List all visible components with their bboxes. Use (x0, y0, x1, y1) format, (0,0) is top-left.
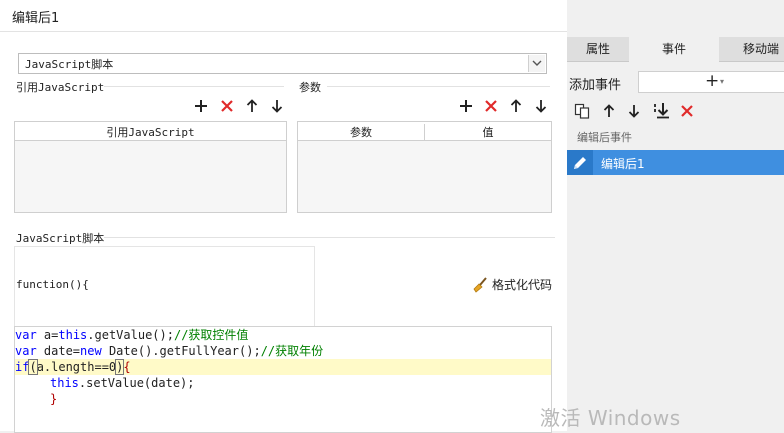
code-line: var date=new Date().getFullYear();//获取年份 (15, 344, 324, 358)
code-line-current: if(a.length==0){ (15, 359, 551, 375)
arrow-down-icon (271, 100, 283, 113)
ref-js-table-header: 引用JavaScript (15, 122, 286, 141)
tab-mobile[interactable]: 移动端 (719, 37, 784, 61)
chevron-down-icon[interactable] (528, 55, 545, 72)
arrow-down-icon (628, 105, 640, 118)
delete-icon (681, 105, 693, 117)
ref-js-column-header: 引用JavaScript (106, 126, 195, 139)
event-label: 编辑后1 (601, 157, 645, 171)
tab-properties[interactable]: 属性 (567, 37, 629, 61)
panel-top-area (567, 0, 784, 36)
arrow-up-icon (246, 99, 258, 112)
tab-events[interactable]: 事件 (629, 37, 719, 62)
arrow-down-icon (535, 100, 547, 113)
code-line: var a=this.getValue();//获取控件值 (15, 328, 249, 342)
move-down-ref-button[interactable] (269, 98, 285, 114)
delete-param-button[interactable] (483, 98, 499, 114)
add-ref-button[interactable] (193, 98, 209, 114)
add-event-dropdown[interactable]: + ▾ (638, 71, 784, 93)
panel-tabs: 属性 事件 移动端 (567, 37, 784, 62)
move-event-down-button[interactable] (626, 103, 642, 119)
add-event-label: 添加事件 (569, 78, 622, 93)
ref-js-section-label: 引用JavaScript (16, 81, 105, 94)
event-editor-dialog: 编辑后1 JavaScript脚本 引用JavaScript 引用JavaScr… (0, 0, 568, 433)
params-section-label: 参数 (299, 81, 321, 94)
param-column-header: 参数 (298, 124, 425, 140)
chevron-down-icon: ▾ (720, 77, 725, 86)
move-up-param-button[interactable] (508, 98, 524, 114)
copy-icon (574, 103, 590, 119)
properties-panel: 属性 事件 移动端 添加事件 + ▾ 编辑后事件 编辑后1 (567, 0, 784, 431)
move-bottom-icon (654, 103, 669, 119)
delete-ref-button[interactable] (219, 98, 235, 114)
broom-icon (473, 277, 487, 293)
event-list-item[interactable]: 编辑后1 (567, 150, 784, 175)
plus-icon: + (705, 71, 720, 91)
arrow-up-icon (510, 99, 522, 112)
move-event-up-button[interactable] (601, 103, 617, 119)
code-editor[interactable]: var a=this.getValue();//获取控件值 var date=n… (14, 326, 552, 433)
move-up-ref-button[interactable] (244, 98, 260, 114)
params-section-rule (327, 86, 550, 87)
format-code-button[interactable]: 格式化代码 (472, 277, 552, 295)
edit-icon[interactable] (567, 150, 593, 175)
script-section-rule (104, 237, 555, 238)
value-column-header: 值 (482, 126, 494, 139)
script-type-value: JavaScript脚本 (25, 58, 114, 71)
dialog-title: 编辑后1 (12, 11, 60, 26)
windows-activation-watermark: 激活 Windows (540, 406, 681, 430)
title-divider (0, 31, 567, 32)
events-group-header: 编辑后事件 (577, 131, 632, 144)
add-param-button[interactable] (458, 98, 474, 114)
arrow-up-icon (603, 104, 615, 117)
function-signature: function(){ (16, 278, 89, 291)
plus-icon (460, 100, 472, 112)
script-type-select[interactable]: JavaScript脚本 (18, 53, 547, 74)
params-table: 参数 值 (297, 121, 552, 213)
format-code-label: 格式化代码 (492, 278, 553, 292)
plus-icon (195, 100, 207, 112)
copy-event-button[interactable] (574, 103, 590, 119)
move-event-bottom-button[interactable] (653, 102, 671, 119)
ref-js-section-rule (104, 86, 284, 87)
move-down-param-button[interactable] (533, 98, 549, 114)
ref-js-table: 引用JavaScript (14, 121, 287, 213)
code-line: this.setValue(date); (50, 376, 195, 390)
script-section-label: JavaScript脚本 (16, 232, 105, 245)
delete-event-button[interactable] (679, 103, 695, 119)
code-line: } (50, 392, 58, 406)
params-table-header: 参数 值 (298, 122, 551, 141)
delete-icon (221, 100, 233, 112)
delete-icon (485, 100, 497, 112)
